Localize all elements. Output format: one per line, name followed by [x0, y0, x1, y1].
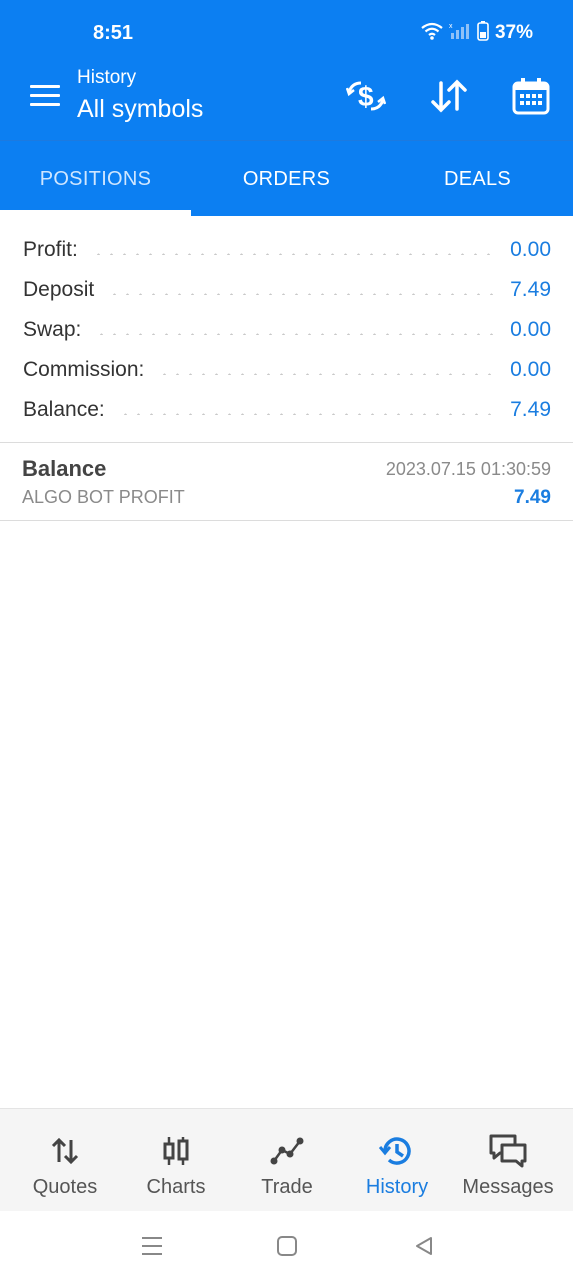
tab-positions[interactable]: POSITIONS: [0, 141, 191, 217]
signal-icon: x: [449, 22, 471, 45]
summary-value: 7.49: [510, 398, 551, 421]
summary-value: 0.00: [510, 238, 551, 261]
screen-subtitle: History: [77, 67, 137, 88]
dot-leader: [91, 253, 501, 255]
sort-icon[interactable]: [429, 76, 469, 116]
nav-label: Charts: [146, 1176, 206, 1198]
charts-icon: [119, 1133, 233, 1169]
dot-leader: [158, 373, 501, 375]
history-tabs: POSITIONS ORDERS DEALS: [0, 140, 573, 217]
nav-label: Messages: [462, 1176, 554, 1198]
nav-messages[interactable]: Messages: [451, 1109, 565, 1212]
messages-icon: [451, 1133, 565, 1169]
summary-row-deposit: Deposit 7.49: [0, 270, 573, 310]
summary-label: Swap:: [23, 318, 82, 341]
dot-leader: [95, 333, 501, 335]
summary-value: 7.49: [510, 278, 551, 301]
status-icons: x 37%: [421, 20, 533, 46]
back-icon[interactable]: [411, 1233, 437, 1259]
history-icon: [340, 1133, 454, 1169]
summary-label: Deposit: [23, 278, 95, 301]
bottom-navigation: Quotes Charts Trade History Messages: [0, 1108, 573, 1212]
nav-trade[interactable]: Trade: [230, 1109, 344, 1212]
quotes-icon: [8, 1133, 122, 1169]
battery-icon: [477, 20, 489, 46]
deal-amount: 7.49: [514, 487, 551, 508]
nav-label: History: [365, 1176, 429, 1198]
nav-charts[interactable]: Charts: [119, 1109, 233, 1212]
system-navigation-bar: [0, 1211, 573, 1280]
summary-label: Profit:: [23, 238, 78, 261]
nav-label: Quotes: [32, 1176, 98, 1198]
svg-text:$: $: [358, 81, 374, 112]
tab-deals[interactable]: DEALS: [382, 141, 573, 217]
nav-history[interactable]: History: [340, 1109, 454, 1212]
menu-icon[interactable]: [30, 85, 60, 107]
recent-apps-icon[interactable]: [139, 1233, 165, 1259]
status-time: 8:51: [93, 22, 134, 44]
summary-row-profit: Profit: 0.00: [0, 230, 573, 270]
divider: [0, 520, 573, 521]
summary-row-balance: Balance: 7.49: [0, 390, 573, 430]
wifi-icon: [421, 22, 443, 45]
summary-value: 0.00: [510, 318, 551, 341]
dot-leader: [108, 293, 501, 295]
active-tab-indicator: [0, 210, 191, 216]
divider: [0, 442, 573, 443]
dot-leader: [118, 413, 501, 415]
app-bar: 8:51 x 37% History All symbols $ POSITIO…: [0, 0, 573, 216]
deal-row[interactable]: Balance ALGO BOT PROFIT 2023.07.15 01:30…: [0, 444, 573, 520]
deal-datetime: 2023.07.15 01:30:59: [385, 459, 551, 479]
summary-label: Balance:: [23, 398, 105, 421]
summary-label: Commission:: [23, 358, 145, 381]
nav-quotes[interactable]: Quotes: [8, 1109, 122, 1212]
summary-value: 0.00: [510, 358, 551, 381]
currency-exchange-icon[interactable]: $: [346, 76, 386, 116]
battery-level: 37%: [494, 22, 533, 43]
deal-comment: ALGO BOT PROFIT: [22, 487, 185, 507]
summary-row-swap: Swap: 0.00: [0, 310, 573, 350]
summary-row-commission: Commission: 0.00: [0, 350, 573, 390]
svg-text:x: x: [449, 23, 453, 30]
calendar-icon[interactable]: [511, 76, 551, 116]
summary-panel: Profit: 0.00 Deposit 7.49 Swap: 0.00 Com…: [0, 230, 573, 430]
home-icon[interactable]: [274, 1233, 300, 1259]
deal-type: Balance: [22, 456, 107, 481]
symbol-selector[interactable]: All symbols: [77, 95, 203, 124]
nav-label: Trade: [261, 1176, 313, 1198]
tab-orders[interactable]: ORDERS: [191, 141, 382, 217]
trade-icon: [230, 1133, 344, 1169]
